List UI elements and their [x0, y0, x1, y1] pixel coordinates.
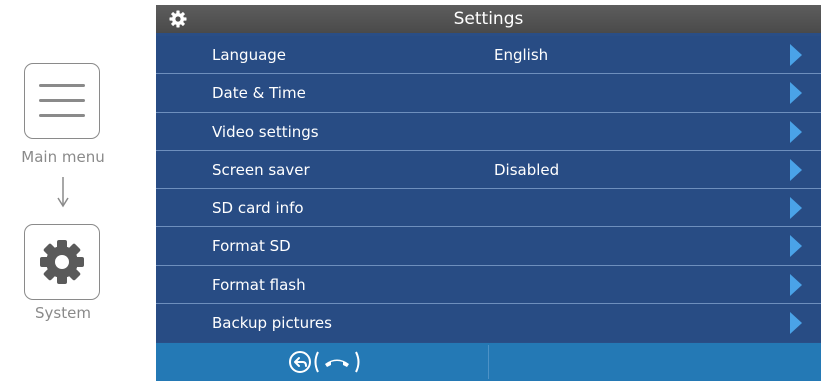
item-label: Backup pictures [212, 314, 332, 333]
settings-item-format-flash[interactable]: Format flash [156, 265, 821, 305]
chevron-right-icon[interactable] [789, 44, 803, 66]
system-tile [24, 224, 100, 300]
settings-item-language[interactable]: Language English [156, 36, 821, 75]
settings-item-format-sd[interactable]: Format SD [156, 227, 821, 266]
chevron-right-icon[interactable] [789, 120, 803, 143]
down-arrow-icon [57, 177, 69, 208]
item-label: Format SD [212, 237, 291, 256]
chevron-right-icon[interactable] [789, 82, 803, 105]
item-label: Screen saver [212, 160, 310, 179]
chevron-right-icon[interactable] [789, 158, 803, 181]
item-value: English [494, 46, 549, 64]
settings-item-screen-saver[interactable]: Screen saver Disabled [156, 150, 821, 190]
title-bar: Settings [156, 5, 821, 33]
back-button[interactable] [288, 349, 364, 375]
hamburger-menu-icon [39, 84, 85, 117]
chevron-right-icon[interactable] [789, 312, 803, 335]
item-label: Video settings [212, 122, 319, 141]
main-menu-tile [24, 63, 100, 139]
item-label: SD card info [212, 199, 304, 218]
settings-item-video-settings[interactable]: Video settings [156, 112, 821, 151]
settings-item-date-time[interactable]: Date & Time [156, 74, 821, 113]
chevron-right-icon[interactable] [789, 197, 803, 220]
legend-panel: Main menu System [0, 0, 130, 381]
gear-icon [40, 240, 84, 284]
settings-item-backup-pictures[interactable]: Backup pictures [156, 304, 821, 343]
back-arrow-icon [289, 351, 311, 373]
system-label: System [35, 304, 91, 322]
main-menu-label: Main menu [21, 148, 105, 166]
settings-item-sd-card-info[interactable]: SD card info [156, 189, 821, 228]
bottom-bar [156, 343, 821, 381]
item-label: Format flash [212, 275, 306, 294]
settings-screen: Settings Language English Date & Time Vi… [156, 5, 821, 381]
item-value: Disabled [494, 160, 560, 179]
chevron-right-icon[interactable] [789, 235, 803, 258]
page-title: Settings [453, 9, 524, 29]
settings-list: Language English Date & Time Video setti… [156, 36, 821, 343]
item-label: Date & Time [212, 84, 306, 103]
bottom-bar-divider [488, 345, 489, 379]
chevron-right-icon[interactable] [789, 273, 803, 296]
item-label: Language [212, 46, 287, 64]
phone-hangup-icon [325, 359, 349, 367]
